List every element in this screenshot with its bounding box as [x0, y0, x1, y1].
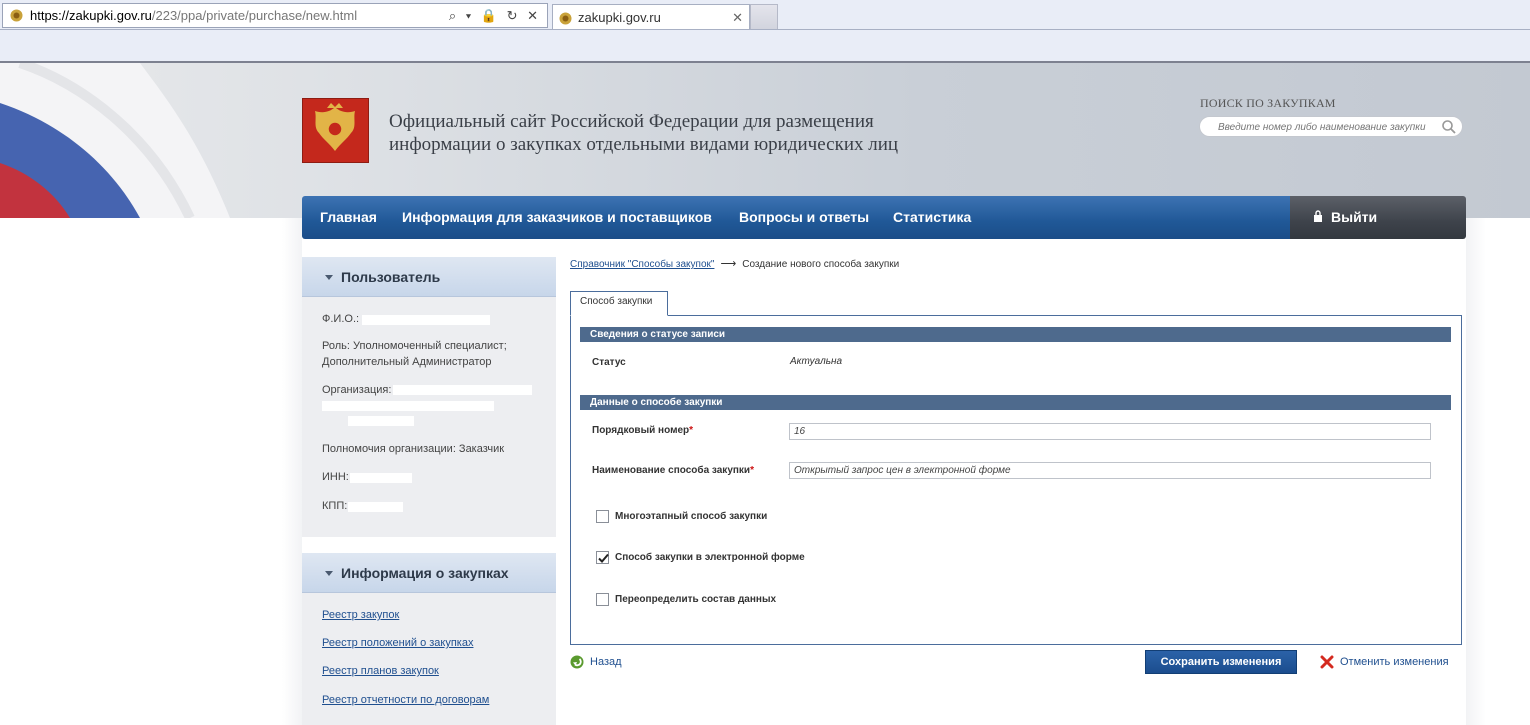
cancel-x-icon: [1320, 655, 1334, 669]
link-reports-registry[interactable]: Реестр отчетности по договорам: [322, 694, 489, 706]
role-line-1: Роль: Уполномоченный специалист;: [322, 340, 507, 352]
link-purchases-registry[interactable]: Реестр закупок: [322, 609, 399, 621]
number-field[interactable]: 16: [789, 423, 1431, 440]
info-panel-title: Информация о закупках: [341, 565, 509, 581]
info-panel: Информация о закупках Реестр закупок Рее…: [302, 553, 556, 725]
breadcrumb-arrow-icon: ⟶: [720, 258, 737, 270]
section-data-header: Данные о способе закупки: [580, 395, 1451, 410]
section-status-header: Сведения о статусе записи: [580, 327, 1451, 342]
search-box[interactable]: [1199, 116, 1463, 137]
lock-icon: [1314, 210, 1322, 222]
nav-item-statistics[interactable]: Статистика: [893, 196, 971, 238]
status-label: Статус: [592, 357, 626, 368]
checkbox-multistage-label[interactable]: Многоэтапный способ закупки: [615, 511, 767, 522]
site-favicon-icon: [10, 9, 23, 22]
tab-close-icon[interactable]: ✕: [732, 5, 743, 31]
content-shadow-right: [1466, 218, 1486, 725]
name-field[interactable]: Открытый запрос цен в электронной форме: [789, 462, 1431, 479]
fio-label: Ф.И.О.:: [322, 313, 360, 325]
collapse-arrow-icon[interactable]: [325, 571, 333, 576]
inn-redacted: [350, 473, 412, 483]
coat-of-arms-emblem: [302, 98, 369, 163]
address-controls[interactable]: ⌕ ▾ 🔒 ↻ ✕: [449, 4, 541, 27]
back-arrow-icon: [570, 655, 584, 669]
new-tab-button[interactable]: [750, 4, 778, 30]
fio-redacted: [362, 315, 490, 325]
checkbox-multistage[interactable]: [596, 510, 609, 523]
address-bar[interactable]: https://zakupki.gov.ru/223/ppa/private/p…: [2, 3, 548, 28]
content-shadow-left: [282, 218, 302, 725]
nav-item-info[interactable]: Информация для заказчиков и поставщиков: [402, 196, 712, 238]
org-powers: Полномочия организации: Заказчик: [322, 443, 505, 455]
russian-flag-image: [0, 63, 300, 218]
tab-title: zakupki.gov.ru: [578, 10, 661, 25]
nav-item-faq[interactable]: Вопросы и ответы: [739, 196, 869, 238]
logout-button[interactable]: Выйти: [1290, 196, 1466, 239]
org-redacted-1: [393, 385, 532, 395]
checkbox-override-label[interactable]: Переопределить состав данных: [615, 594, 776, 605]
user-panel-header[interactable]: Пользователь: [302, 257, 556, 297]
user-panel: Пользователь Ф.И.О.: Роль: Уполномоченны…: [302, 257, 556, 537]
breadcrumb-current: Создание нового способа закупки: [742, 259, 900, 270]
search-icon[interactable]: [1441, 119, 1457, 135]
nav-item-home[interactable]: Главная: [320, 196, 377, 238]
main-navigation: Главная Информация для заказчиков и пост…: [302, 196, 1290, 239]
inn-label: ИНН:: [322, 471, 349, 483]
cancel-label: Отменить изменения: [1340, 656, 1449, 668]
purchase-method-form: Сведения о статусе записи Статус Актуаль…: [570, 315, 1462, 645]
checkbox-electronic-label[interactable]: Способ закупки в электронной форме: [615, 552, 805, 563]
kpp-label: КПП:: [322, 500, 348, 512]
address-url[interactable]: https://zakupki.gov.ru/223/ppa/private/p…: [30, 4, 357, 27]
site-title: Официальный сайт Российской Федерации дл…: [389, 111, 899, 155]
chrome-divider: [0, 29, 1530, 30]
info-panel-header[interactable]: Информация о закупках: [302, 553, 556, 593]
back-label: Назад: [590, 656, 622, 668]
org-redacted-2: [322, 401, 494, 411]
org-redacted-3: [348, 416, 414, 426]
save-button[interactable]: Сохранить изменения: [1145, 650, 1297, 674]
name-label: Наименование способа закупки*: [592, 465, 754, 476]
breadcrumb-link[interactable]: Справочник "Способы закупок": [570, 259, 714, 270]
collapse-arrow-icon[interactable]: [325, 275, 333, 280]
logout-label: Выйти: [1331, 209, 1378, 225]
role-line-2: Дополнительный Администратор: [322, 356, 492, 368]
browser-tab[interactable]: zakupki.gov.ru ✕: [552, 4, 750, 30]
search-label: ПОИСК ПО ЗАКУПКАМ: [1200, 96, 1336, 110]
tab-purchase-method[interactable]: Способ закупки: [570, 291, 668, 316]
number-label: Порядковый номер*: [592, 425, 694, 436]
checkbox-override[interactable]: [596, 593, 609, 606]
breadcrumb: Справочник "Способы закупок" ⟶ Создание но…: [570, 257, 899, 272]
kpp-redacted: [348, 502, 403, 512]
checkmark-icon: [598, 553, 609, 563]
tab-favicon-icon: [559, 12, 572, 25]
user-panel-title: Пользователь: [341, 269, 441, 285]
link-plans-registry[interactable]: Реестр планов закупок: [322, 665, 439, 677]
link-regulations-registry[interactable]: Реестр положений о закупках: [322, 637, 473, 649]
checkbox-electronic[interactable]: [596, 551, 609, 564]
status-value: Актуальна: [790, 356, 843, 367]
org-label: Организация:: [322, 384, 392, 396]
search-input[interactable]: [1218, 119, 1438, 135]
